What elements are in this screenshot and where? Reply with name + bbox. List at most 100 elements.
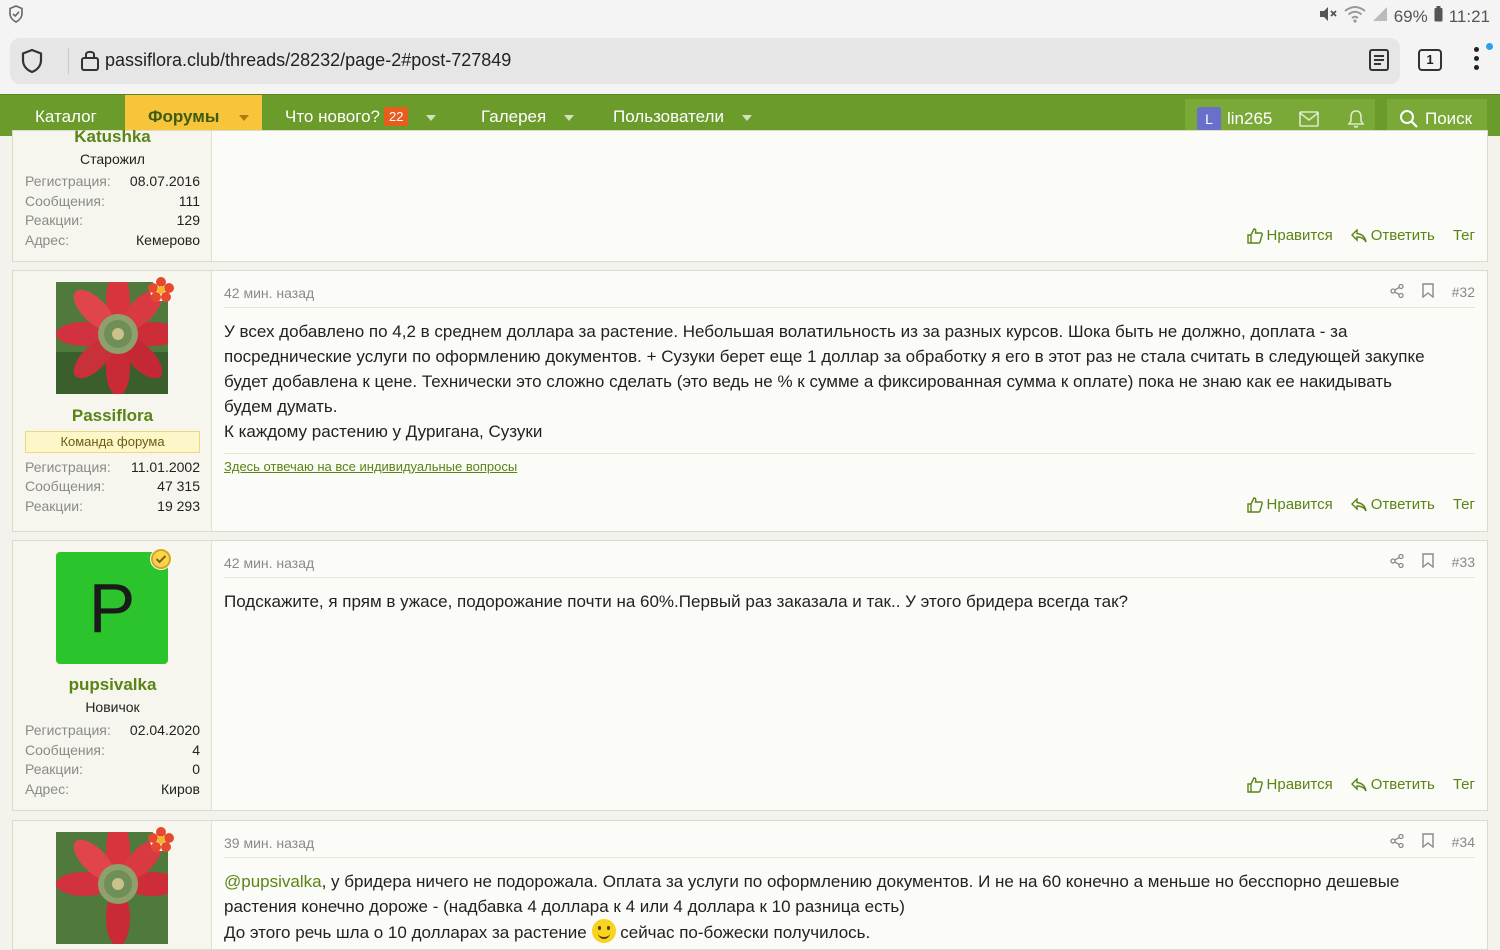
browser-toolbar: passiflora.club/threads/28232/page-2#pos…: [0, 30, 1500, 94]
bookmark-icon[interactable]: [1421, 283, 1434, 301]
post-paragraph: К каждому растению у Дуригана, Сузуки: [224, 422, 543, 441]
divider: [224, 577, 1475, 578]
user-avatar[interactable]: L: [1197, 107, 1221, 131]
mute-icon: [1318, 5, 1338, 28]
status-bar: 69% 11:21: [0, 0, 1500, 30]
lock-icon[interactable]: [80, 48, 100, 77]
tag-label: Тег: [1452, 227, 1475, 244]
user-mention-link[interactable]: @pupsivalka: [224, 872, 322, 891]
url-text[interactable]: passiflora.club/threads/28232/page-2#pos…: [105, 50, 511, 71]
stat-value: 02.04.2020: [129, 722, 200, 738]
post-text: До этого речь шла о 10 долларах за расте…: [224, 923, 587, 942]
chevron-down-icon[interactable]: [426, 114, 437, 121]
post-number[interactable]: #34: [1452, 834, 1475, 850]
reply-button[interactable]: Ответить: [1350, 227, 1435, 244]
bookmark-icon[interactable]: [1421, 553, 1434, 571]
clock: 11:21: [1448, 6, 1490, 26]
chevron-down-icon[interactable]: [741, 114, 752, 121]
mail-icon[interactable]: [1299, 111, 1319, 132]
reader-mode-icon[interactable]: [1368, 48, 1390, 77]
author-stat: Регистрация: 02.04.2020: [25, 722, 200, 742]
stat-value: 11.01.2002: [130, 459, 200, 475]
wifi-icon: [1344, 5, 1366, 28]
thumbs-up-icon: [1246, 496, 1263, 513]
address-bar[interactable]: passiflora.club/threads/28232/page-2#pos…: [10, 38, 1400, 84]
reply-icon: [1350, 777, 1367, 791]
share-icon[interactable]: [1389, 553, 1404, 571]
author-title: Старожил: [80, 151, 145, 167]
stat-value: Кемерово: [136, 232, 200, 248]
chevron-down-icon[interactable]: [564, 114, 575, 121]
tag-label: Тег: [1452, 776, 1475, 793]
stat-label: Сообщения:: [25, 742, 105, 758]
nav-gallery-label: Галерея: [481, 107, 547, 126]
bookmark-icon[interactable]: [1421, 833, 1434, 851]
stat-value: 129: [176, 212, 200, 228]
signature-divider: [224, 453, 1475, 454]
stat-label: Регистрация:: [25, 722, 111, 738]
author-stat: Регистрация: 11.01.2002: [25, 459, 200, 479]
author-stat: Адрес: Киров: [25, 781, 200, 801]
tabs-button[interactable]: 1: [1418, 49, 1442, 71]
share-icon[interactable]: [1389, 833, 1404, 851]
stat-label: Сообщения:: [25, 193, 105, 209]
share-icon[interactable]: [1389, 283, 1404, 301]
search-icon: [1400, 110, 1418, 128]
tag-button[interactable]: Тег: [1453, 227, 1475, 244]
divider: [224, 307, 1475, 308]
signal-icon: [1372, 6, 1388, 27]
stat-value: 19 293: [157, 498, 200, 514]
like-button[interactable]: Нравится: [1246, 227, 1333, 244]
flower-badge-icon: [148, 277, 174, 302]
like-button[interactable]: Нравится: [1246, 776, 1333, 793]
battery-icon: [1434, 6, 1443, 27]
author-title: Новичок: [85, 699, 140, 715]
author-stat: Реакции: 129: [25, 212, 200, 232]
post-time[interactable]: 42 мин. назад: [224, 555, 314, 571]
reply-icon: [1350, 497, 1367, 511]
post-number[interactable]: #32: [1452, 284, 1475, 300]
stat-value: 08.07.2016: [129, 173, 200, 189]
stat-value: 0: [192, 761, 200, 777]
reply-button[interactable]: Ответить: [1350, 496, 1435, 513]
post: 39 мин. назад #34 @pupsivalka, у бридера…: [12, 820, 1488, 950]
stat-label: Реакции:: [25, 761, 83, 777]
reply-button[interactable]: Ответить: [1350, 776, 1435, 793]
author-username[interactable]: Katushka: [13, 127, 212, 147]
battery-percent: 69%: [1393, 6, 1428, 26]
staff-banner: Команда форума: [25, 431, 200, 453]
reply-label: Ответить: [1370, 227, 1435, 244]
post-paragraph: У всех добавлено по 4,2 в среднем доллар…: [224, 322, 1425, 416]
reply-icon: [1350, 228, 1367, 242]
shield-check-icon: [8, 5, 24, 28]
author-username[interactable]: Passiflora: [13, 406, 212, 426]
tag-label: Тег: [1452, 496, 1475, 513]
new-count-badge: 22: [383, 107, 409, 126]
stat-value: 4: [192, 742, 200, 758]
post-paragraph: Подскажите, я прям в ужасе, подорожание …: [224, 592, 1128, 611]
post-number[interactable]: #33: [1452, 554, 1475, 570]
like-button[interactable]: Нравится: [1246, 496, 1333, 513]
author-stat: Сообщения: 47 315: [25, 478, 200, 498]
stat-value: 47 315: [157, 478, 200, 494]
post: P pupsivalka Новичок Регистрация: 02.04.2…: [12, 540, 1488, 811]
signature-link[interactable]: Здесь отвечаю на все индивидуальные вопр…: [224, 459, 517, 474]
stat-label: Адрес:: [25, 232, 69, 248]
stat-label: Регистрация:: [25, 173, 111, 189]
chevron-down-icon[interactable]: [239, 114, 250, 121]
post-text: сейчас по-божески получилось.: [620, 923, 871, 942]
nav-users-label: Пользователи: [613, 107, 724, 126]
post-time[interactable]: 39 мин. назад: [224, 835, 314, 851]
post-author-panel: P pupsivalka Новичок Регистрация: 02.04.2…: [13, 541, 212, 810]
post-body: @pupsivalka, у бридера ничего не подорож…: [224, 869, 1435, 945]
like-label: Нравится: [1266, 496, 1333, 513]
overflow-menu-icon[interactable]: [1474, 47, 1482, 74]
tag-button[interactable]: Тег: [1453, 496, 1475, 513]
author-username[interactable]: pupsivalka: [13, 675, 212, 695]
thumbs-up-icon: [1246, 776, 1263, 793]
author-stat: Сообщения: 111: [25, 193, 200, 213]
tag-button[interactable]: Тег: [1453, 776, 1475, 793]
post-time[interactable]: 42 мин. назад: [224, 285, 314, 301]
smiley-icon: [591, 919, 616, 943]
tracking-shield-icon[interactable]: [20, 48, 44, 79]
